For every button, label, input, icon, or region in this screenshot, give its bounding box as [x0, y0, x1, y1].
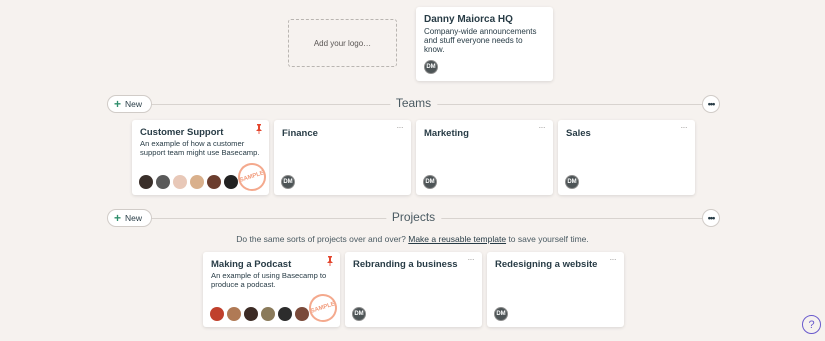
- avatar[interactable]: DM: [423, 175, 437, 189]
- team-title: Customer Support: [140, 127, 224, 138]
- team-card-marketing[interactable]: ··· Marketing DM: [416, 120, 553, 195]
- more-dots-icon: •••: [707, 213, 716, 223]
- team-title: Finance: [282, 128, 318, 139]
- team-title: Sales: [566, 128, 591, 139]
- plus-icon: +: [114, 97, 122, 111]
- card-menu-icon[interactable]: ···: [539, 123, 546, 132]
- avatar-group: [210, 307, 309, 321]
- teams-section-header: + New Teams •••: [107, 95, 720, 113]
- avatar[interactable]: [278, 307, 292, 321]
- project-title: Rebranding a business: [353, 259, 458, 270]
- team-description: An example of how a customer support tea…: [140, 139, 260, 157]
- avatar[interactable]: [227, 307, 241, 321]
- new-team-button[interactable]: + New: [107, 95, 153, 113]
- card-menu-icon[interactable]: ···: [397, 123, 404, 132]
- project-title: Making a Podcast: [211, 259, 292, 270]
- add-logo-box[interactable]: Add your logo…: [288, 19, 397, 67]
- project-title: Redesigning a website: [495, 259, 598, 270]
- hint-text-after: to save yourself time.: [508, 234, 589, 244]
- avatar[interactable]: DM: [424, 60, 438, 74]
- plus-icon: +: [114, 211, 122, 225]
- project-card-making-a-podcast[interactable]: Making a Podcast An example of using Bas…: [203, 252, 341, 327]
- help-icon: ?: [808, 318, 815, 331]
- new-team-label: New: [125, 99, 143, 109]
- projects-heading: Projects: [385, 210, 442, 224]
- card-menu-icon[interactable]: ···: [681, 123, 688, 132]
- projects-section-header: + New Projects •••: [107, 209, 720, 227]
- hq-description: Company-wide announcements and stuff eve…: [424, 27, 537, 54]
- avatar[interactable]: [295, 307, 309, 321]
- sample-badge: SAMPLE: [234, 159, 270, 195]
- teams-heading: Teams: [389, 96, 438, 110]
- project-card-redesigning[interactable]: ··· Redesigning a website DM: [487, 252, 624, 327]
- avatar[interactable]: DM: [281, 175, 295, 189]
- teams-more-button[interactable]: •••: [702, 95, 720, 113]
- hq-card[interactable]: Danny Maiorca HQ Company-wide announceme…: [416, 7, 553, 81]
- team-card-customer-support[interactable]: Customer Support An example of how a cus…: [132, 120, 270, 195]
- sample-badge: SAMPLE: [305, 290, 341, 326]
- avatar[interactable]: DM: [565, 175, 579, 189]
- card-menu-icon[interactable]: ···: [468, 255, 475, 264]
- avatar[interactable]: [173, 175, 187, 189]
- help-button[interactable]: ?: [802, 315, 821, 334]
- hint-text-before: Do the same sorts of projects over and o…: [236, 234, 406, 244]
- project-card-rebranding[interactable]: ··· Rebranding a business DM: [345, 252, 482, 327]
- avatar[interactable]: DM: [352, 307, 366, 321]
- team-card-finance[interactable]: ··· Finance DM: [274, 120, 411, 195]
- projects-more-button[interactable]: •••: [702, 209, 720, 227]
- pin-icon[interactable]: [255, 124, 263, 134]
- avatar[interactable]: [207, 175, 221, 189]
- team-title: Marketing: [424, 128, 469, 139]
- card-menu-icon[interactable]: ···: [610, 255, 617, 264]
- avatar[interactable]: [210, 307, 224, 321]
- new-project-button[interactable]: + New: [107, 209, 153, 227]
- template-hint: Do the same sorts of projects over and o…: [0, 234, 825, 244]
- avatar[interactable]: [224, 175, 238, 189]
- avatar[interactable]: [139, 175, 153, 189]
- avatar[interactable]: DM: [494, 307, 508, 321]
- avatar-group: [139, 175, 238, 189]
- team-card-sales[interactable]: ··· Sales DM: [558, 120, 695, 195]
- new-project-label: New: [125, 213, 143, 223]
- project-description: An example of using Basecamp to produce …: [211, 271, 327, 289]
- avatar[interactable]: [244, 307, 258, 321]
- add-logo-label: Add your logo…: [313, 38, 372, 48]
- hq-title: Danny Maiorca HQ: [424, 14, 513, 25]
- avatar[interactable]: [190, 175, 204, 189]
- more-dots-icon: •••: [707, 99, 716, 109]
- avatar[interactable]: [261, 307, 275, 321]
- avatar[interactable]: [156, 175, 170, 189]
- pin-icon[interactable]: [326, 256, 334, 266]
- make-template-link[interactable]: Make a reusable template: [408, 234, 506, 244]
